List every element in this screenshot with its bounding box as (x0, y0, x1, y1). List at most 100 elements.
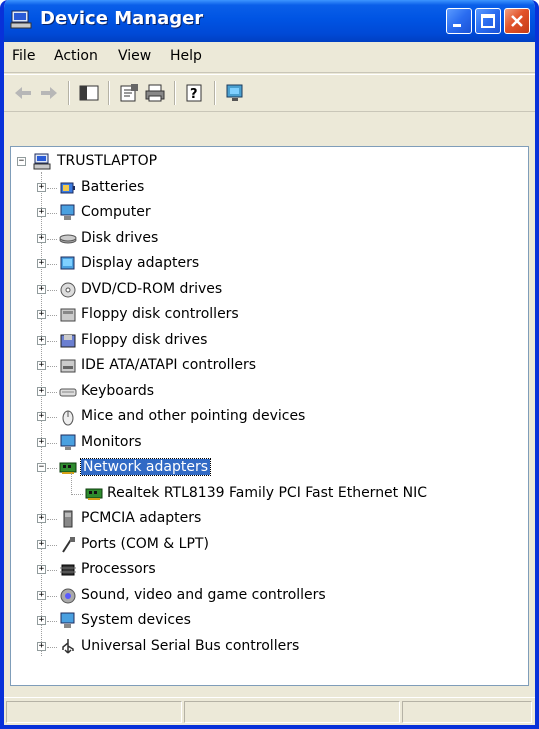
tree-connector (47, 264, 57, 266)
tree-connector (47, 238, 57, 241)
tree-connector (47, 366, 57, 368)
tree-item-label: Network adapters (80, 458, 211, 476)
tree-child-item[interactable]: Realtek RTL8139 Family PCI Fast Ethernet… (15, 472, 525, 505)
floppy-controller-icon (60, 308, 76, 322)
tree-item[interactable]: + Sound, video and game controllers (15, 585, 515, 607)
tree-item[interactable]: + Monitors (15, 432, 515, 454)
tree-item[interactable]: + Disk drives (15, 228, 515, 250)
tree-item[interactable]: + Floppy disk controllers (15, 304, 515, 326)
status-panel (184, 701, 400, 723)
forward-arrow-icon[interactable] (38, 83, 60, 103)
network-adapter-icon (59, 462, 77, 474)
toolbar-separator (68, 81, 70, 105)
tree-connector (47, 289, 57, 292)
tree-item[interactable]: − Network adapters (15, 457, 515, 479)
tree-item-label: Display adapters (81, 255, 200, 271)
tree-connector (47, 187, 57, 190)
status-bar (4, 697, 535, 725)
expand-expander[interactable]: + (37, 361, 46, 370)
disk-drive-icon (59, 234, 77, 243)
close-button[interactable] (504, 8, 530, 34)
tree-connector (47, 621, 57, 623)
tree-item[interactable]: + Floppy disk drives (15, 330, 515, 352)
tree-item[interactable]: + Display adapters (15, 253, 515, 275)
mouse-icon (62, 410, 74, 426)
expand-expander[interactable]: + (37, 616, 46, 625)
sound-icon (60, 588, 76, 603)
expand-expander[interactable]: + (37, 412, 46, 421)
tree-item[interactable]: + Universal Serial Bus controllers (15, 636, 515, 658)
tree-item[interactable]: + IDE ATA/ATAPI controllers (15, 355, 515, 377)
expand-expander[interactable]: + (37, 386, 46, 396)
menu-view[interactable]: View (118, 48, 151, 64)
computer-icon (33, 153, 51, 170)
tree-connector (47, 315, 57, 317)
menu-action[interactable]: Action (54, 48, 98, 64)
ide-controller-icon (60, 359, 76, 373)
tree-root[interactable]: − TRUSTLAPTOP (15, 151, 515, 173)
title-bar[interactable]: Device Manager (4, 0, 535, 42)
menu-bar: File Action View Help (4, 42, 535, 73)
tree-item[interactable]: + Ports (COM & LPT) (15, 534, 515, 556)
expand-expander[interactable]: + (37, 641, 46, 651)
properties-icon[interactable] (118, 83, 140, 103)
expand-expander[interactable]: + (37, 565, 46, 574)
collapse-expander[interactable]: − (17, 157, 26, 166)
tree-item[interactable]: + DVD/CD-ROM drives (15, 279, 515, 301)
tree-item[interactable]: + Keyboards (15, 381, 515, 403)
tree-item-label: System devices (81, 612, 191, 628)
tree-connector (71, 493, 83, 496)
menu-help[interactable]: Help (170, 48, 202, 64)
expand-expander[interactable]: + (37, 259, 46, 268)
keyboard-icon (59, 388, 77, 396)
back-arrow-icon[interactable] (12, 83, 34, 103)
help-icon[interactable]: ? (184, 83, 206, 103)
expand-expander[interactable]: + (37, 310, 46, 319)
expand-expander[interactable]: + (37, 539, 46, 549)
tree-root-label: TRUSTLAPTOP (57, 153, 158, 169)
tree-connector (47, 391, 57, 394)
toolbar-separator (214, 81, 216, 105)
tree-item[interactable]: + Batteries (15, 177, 515, 199)
scan-hardware-icon[interactable] (224, 83, 246, 103)
tree-item-label: Universal Serial Bus controllers (81, 637, 300, 654)
tree-item[interactable]: + PCMCIA adapters (15, 508, 515, 530)
tree-item[interactable]: + System devices (15, 610, 515, 632)
minimize-button[interactable] (446, 8, 472, 34)
tree-item-label: Disk drives (81, 229, 159, 246)
network-card-icon (85, 488, 103, 500)
show-hide-console-tree-icon[interactable] (78, 83, 100, 103)
print-icon[interactable] (144, 83, 166, 103)
expand-expander[interactable]: + (37, 284, 46, 294)
expand-expander[interactable]: + (37, 590, 46, 600)
tree-connector (47, 544, 57, 547)
tree-item-label: Monitors (81, 433, 142, 450)
maximize-button[interactable] (475, 8, 501, 34)
tree-item[interactable]: + Mice and other pointing devices (15, 406, 515, 428)
tree-item-label: PCMCIA adapters (81, 510, 202, 526)
maximize-icon (481, 14, 495, 28)
tree-connector (47, 340, 57, 343)
expand-expander[interactable]: + (37, 514, 46, 523)
tree-item-label: IDE ATA/ATAPI controllers (81, 357, 257, 373)
toolbar-separator (108, 81, 110, 105)
device-tree: − TRUSTLAPTOP + Batteries + Computer + Disk d… (10, 146, 529, 686)
expand-expander[interactable]: + (37, 233, 46, 243)
tree-item-label: Floppy disk drives (81, 331, 208, 348)
device-manager-icon (10, 10, 32, 29)
tree-item[interactable]: + Computer (15, 202, 515, 224)
tree-connector (47, 646, 57, 649)
tree-connector (47, 595, 57, 598)
tree-item[interactable]: + Processors (15, 559, 515, 581)
tree-connector (47, 468, 57, 470)
expand-expander[interactable]: + (37, 437, 46, 447)
toolbar: ? (4, 74, 535, 112)
collapse-expander[interactable]: − (37, 463, 46, 472)
expand-expander[interactable]: + (37, 335, 46, 345)
menu-file[interactable]: File (12, 48, 35, 64)
expand-expander[interactable]: + (37, 208, 46, 217)
expand-expander[interactable]: + (37, 182, 46, 192)
status-panel (402, 701, 532, 723)
pcmcia-icon (63, 510, 73, 528)
tree-item-label: Keyboards (81, 382, 155, 399)
